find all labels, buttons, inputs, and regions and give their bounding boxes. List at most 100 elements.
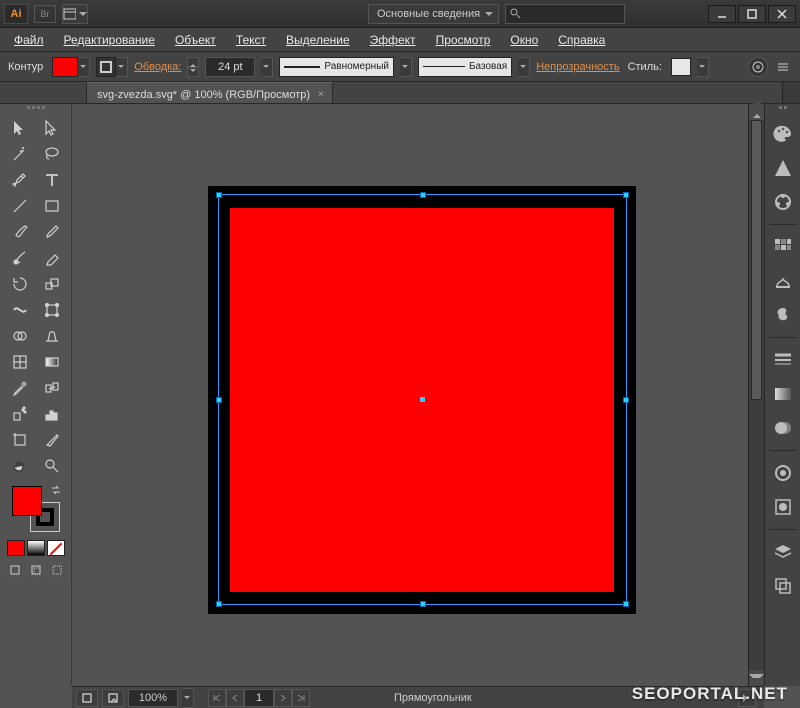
pencil-tool[interactable] [37,220,67,244]
gradient-mode-button[interactable] [27,540,45,556]
scroll-thumb[interactable] [751,120,762,400]
menu-help[interactable]: Справка [548,31,615,49]
fill-swatch[interactable] [52,57,78,77]
stroke-weight-down[interactable] [187,67,199,77]
prev-artboard-button[interactable] [226,689,244,707]
menu-edit[interactable]: Редактирование [54,31,165,49]
artboards-panel-icon[interactable] [768,572,798,600]
selection-bounding-box[interactable] [218,194,627,605]
color-mode-button[interactable] [7,540,25,556]
workspace-dropdown[interactable]: Основные сведения [368,4,499,24]
menu-object[interactable]: Объект [165,31,226,49]
search-input[interactable] [505,4,625,24]
slice-tool[interactable] [37,428,67,452]
artboard-tool[interactable] [5,428,35,452]
center-point[interactable] [420,397,425,402]
doc-info-button[interactable] [102,689,124,707]
paintbrush-tool[interactable] [5,220,35,244]
recolor-artwork-button[interactable] [748,57,768,77]
minimize-button[interactable] [708,5,736,23]
stroke-swatch[interactable] [96,57,116,77]
draw-behind-button[interactable] [27,562,45,578]
perspective-grid-tool[interactable] [37,324,67,348]
scroll-up-button[interactable] [749,104,764,120]
kuler-panel-icon[interactable] [768,188,798,216]
app-logo[interactable]: Ai [4,4,28,24]
handle-left-mid[interactable] [216,397,222,403]
mesh-tool[interactable] [5,350,35,374]
color-guide-panel-icon[interactable] [768,154,798,182]
reflect-tool[interactable] [37,272,67,296]
first-artboard-button[interactable] [208,689,226,707]
fill-stroke-indicator[interactable] [10,484,62,534]
blend-tool[interactable] [37,376,67,400]
maximize-button[interactable] [738,5,766,23]
symbol-sprayer-tool[interactable] [5,402,35,426]
lasso-tool[interactable] [37,142,67,166]
eraser-tool[interactable] [37,246,67,270]
zoom-level[interactable]: 100% [128,689,178,707]
handle-bottom-left[interactable] [216,601,222,607]
layers-panel-icon[interactable] [768,538,798,566]
canvas[interactable] [72,104,748,686]
graphic-styles-panel-icon[interactable] [768,493,798,521]
brush-dropdown-arrow[interactable] [518,57,530,77]
brush-dropdown[interactable]: Базовая [418,57,512,77]
handle-right-mid[interactable] [623,397,629,403]
draw-inside-button[interactable] [48,562,66,578]
gradient-panel-icon[interactable] [768,380,798,408]
magic-wand-tool[interactable] [5,142,35,166]
screen-mode-button[interactable] [4,582,68,590]
menu-select[interactable]: Выделение [276,31,360,49]
column-graph-tool[interactable] [37,402,67,426]
swatches-panel-icon[interactable] [768,233,798,261]
arrange-documents-button[interactable] [62,4,88,24]
variable-width-arrow[interactable] [400,57,412,77]
selection-tool[interactable] [5,116,35,140]
blob-brush-tool[interactable] [5,246,35,270]
zoom-tool[interactable] [37,454,67,478]
rectangle-tool[interactable] [37,194,67,218]
appearance-panel-icon[interactable] [768,459,798,487]
menu-window[interactable]: Окно [500,31,548,49]
fill-dropdown[interactable] [78,57,90,77]
dock-grip[interactable] [769,106,797,114]
width-tool[interactable] [5,298,35,322]
fill-color-box[interactable] [12,486,42,516]
transparency-panel-icon[interactable] [768,414,798,442]
stroke-weight-up[interactable] [187,57,199,67]
zoom-dropdown[interactable] [182,688,194,708]
pen-tool[interactable] [5,168,35,192]
draw-normal-button[interactable] [6,562,24,578]
status-scroll-right[interactable] [738,689,756,707]
menu-text[interactable]: Текст [226,31,276,49]
opacity-link[interactable]: Непрозрачность [536,61,619,73]
handle-top-right[interactable] [623,192,629,198]
scroll-down-button[interactable] [749,670,764,686]
artwork-object[interactable] [208,186,636,614]
close-button[interactable] [768,5,796,23]
graphic-style-dropdown[interactable] [697,57,709,77]
last-artboard-button[interactable] [292,689,310,707]
control-panel-menu[interactable] [774,57,792,77]
stroke-weight-dropdown[interactable] [261,57,273,77]
direct-selection-tool[interactable] [37,116,67,140]
color-panel-icon[interactable] [768,120,798,148]
gradient-tool[interactable] [37,350,67,374]
document-tab[interactable]: svg-zvezda.svg* @ 100% (RGB/Просмотр) × [86,82,333,103]
eyedropper-tool[interactable] [5,376,35,400]
bridge-icon[interactable]: Br [34,5,56,23]
symbols-panel-icon[interactable] [768,301,798,329]
hand-tool[interactable] [5,454,35,478]
menu-file[interactable]: Файл [4,31,54,49]
tools-panel-grip[interactable] [4,106,68,114]
type-tool[interactable] [37,168,67,192]
menu-view[interactable]: Просмотр [426,31,501,49]
next-artboard-button[interactable] [274,689,292,707]
menu-effect[interactable]: Эффект [360,31,426,49]
shape-builder-tool[interactable] [5,324,35,348]
free-transform-tool[interactable] [37,298,67,322]
rotate-tool[interactable] [5,272,35,296]
handle-top-left[interactable] [216,192,222,198]
none-mode-button[interactable] [47,540,65,556]
